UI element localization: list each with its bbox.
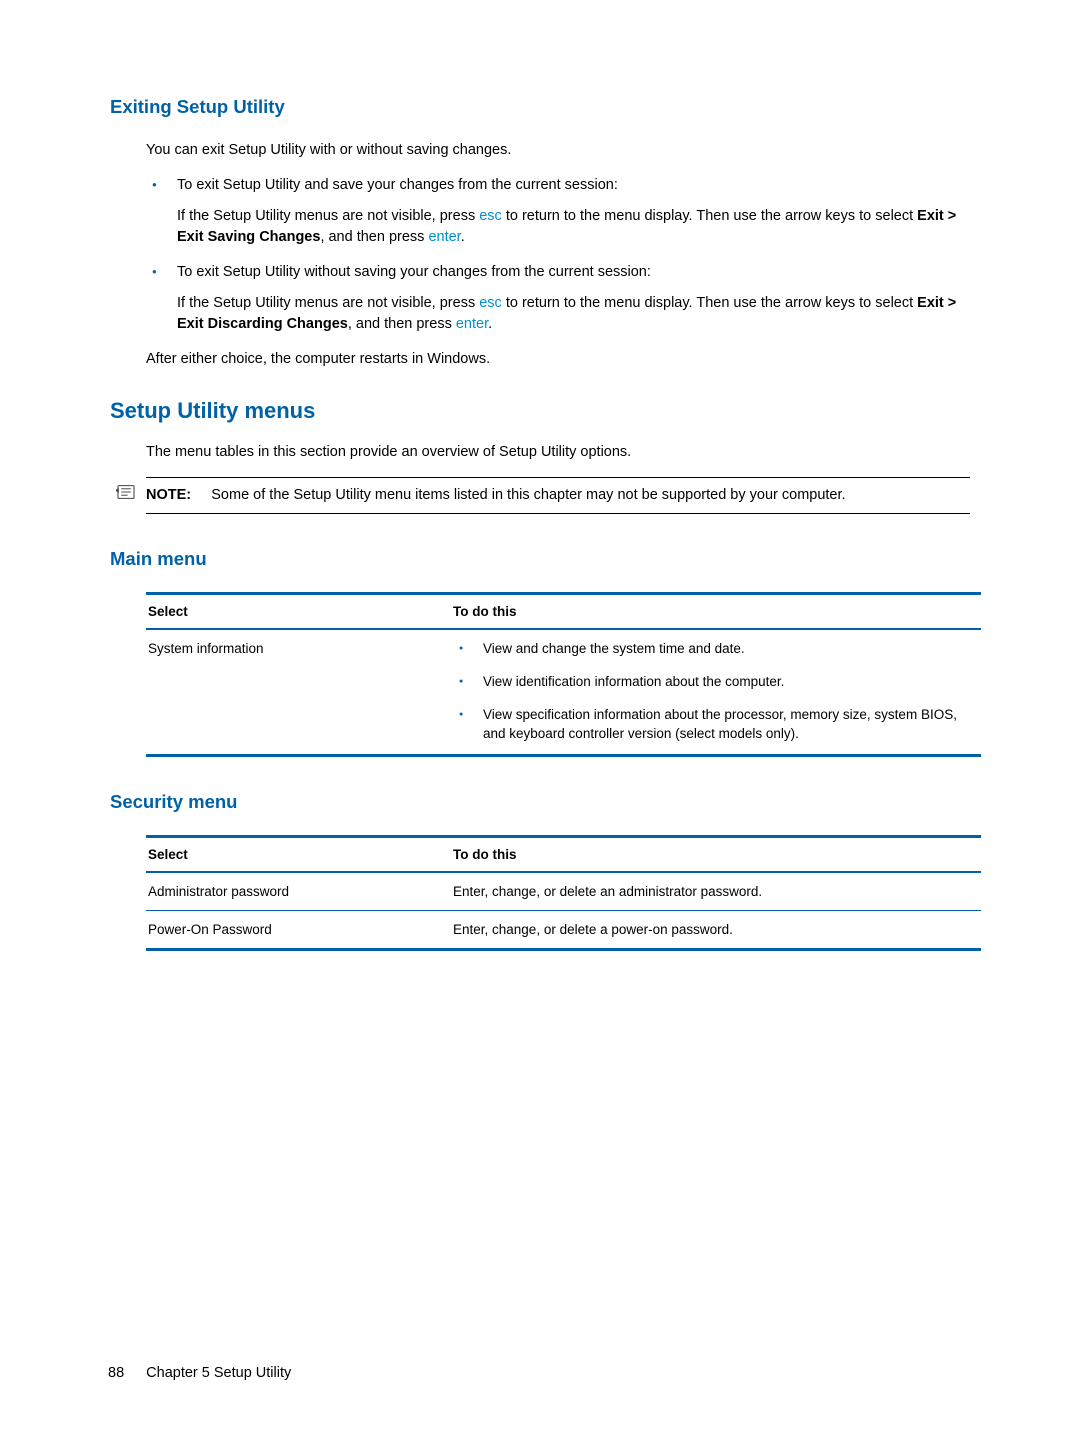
security-menu-table: Select To do this Administrator password…: [146, 835, 981, 951]
note-text: Some of the Setup Utility menu items lis…: [211, 487, 845, 503]
bullet1-lead: To exit Setup Utility and save your chan…: [177, 177, 618, 193]
col-to-do-this: To do this: [451, 594, 981, 630]
text: to return to the menu display. Then use …: [502, 208, 917, 224]
col-select: Select: [146, 836, 451, 872]
cell-to-do: Enter, change, or delete a power-on pass…: [451, 910, 981, 949]
list-item: View specification information about the…: [453, 706, 975, 744]
section-main-menu: Main menu Select To do this System infor…: [110, 548, 970, 757]
text: If the Setup Utility menus are not visib…: [177, 295, 479, 311]
text: If the Setup Utility menus are not visib…: [177, 208, 479, 224]
text: .: [461, 229, 465, 245]
text: , and then press: [348, 316, 456, 332]
key-enter: enter: [456, 316, 488, 332]
heading-exiting: Exiting Setup Utility: [110, 96, 970, 118]
key-esc: esc: [479, 295, 502, 311]
table-row: System information View and change the s…: [146, 629, 981, 755]
section2-intro-wrap: The menu tables in this section provide …: [110, 442, 970, 463]
section-security-menu: Security menu Select To do this Administ…: [110, 791, 970, 951]
section-exiting-setup-utility: Exiting Setup Utility You can exit Setup…: [110, 96, 970, 370]
col-select: Select: [146, 594, 451, 630]
cell-to-do: View and change the system time and date…: [451, 629, 981, 755]
text: , and then press: [320, 229, 428, 245]
intro-text: You can exit Setup Utility with or witho…: [146, 140, 970, 161]
text: .: [488, 316, 492, 332]
after-choice-text: After either choice, the computer restar…: [146, 349, 970, 370]
note-icon: [116, 484, 136, 500]
exit-options-list: To exit Setup Utility and save your chan…: [146, 175, 970, 335]
heading-main-menu: Main menu: [110, 548, 970, 570]
note-label: NOTE:: [146, 487, 191, 503]
cell-select: Power-On Password: [146, 910, 451, 949]
key-enter: enter: [428, 229, 460, 245]
text: to return to the menu display. Then use …: [502, 295, 917, 311]
row-bullets: View and change the system time and date…: [453, 640, 975, 744]
list-item: View and change the system time and date…: [453, 640, 975, 659]
main-menu-table: Select To do this System information Vie…: [146, 592, 981, 757]
list-item: View identification information about th…: [453, 673, 975, 692]
page-footer: 88 Chapter 5 Setup Utility: [108, 1365, 291, 1381]
heading-security-menu: Security menu: [110, 791, 970, 813]
col-to-do-this: To do this: [451, 836, 981, 872]
cell-select: System information: [146, 629, 451, 755]
page-number: 88: [108, 1365, 124, 1381]
bullet2-lead: To exit Setup Utility without saving you…: [177, 264, 651, 280]
cell-to-do: Enter, change, or delete an administrato…: [451, 872, 981, 910]
section1-body: You can exit Setup Utility with or witho…: [110, 140, 970, 370]
chapter-label: Chapter 5 Setup Utility: [146, 1365, 291, 1381]
note-block: NOTE: Some of the Setup Utility menu ite…: [146, 477, 970, 514]
list-item: To exit Setup Utility and save your chan…: [146, 175, 970, 248]
cell-select: Administrator password: [146, 872, 451, 910]
table-row: Power-On Password Enter, change, or dele…: [146, 910, 981, 949]
heading-setup-utility-menus: Setup Utility menus: [110, 398, 970, 424]
section2-intro: The menu tables in this section provide …: [146, 442, 970, 463]
table-row: Administrator password Enter, change, or…: [146, 872, 981, 910]
list-item: To exit Setup Utility without saving you…: [146, 262, 970, 335]
key-esc: esc: [479, 208, 502, 224]
bullet2-sub: If the Setup Utility menus are not visib…: [177, 293, 970, 335]
section-setup-utility-menus: Setup Utility menus The menu tables in t…: [110, 398, 970, 514]
bullet1-sub: If the Setup Utility menus are not visib…: [177, 206, 970, 248]
